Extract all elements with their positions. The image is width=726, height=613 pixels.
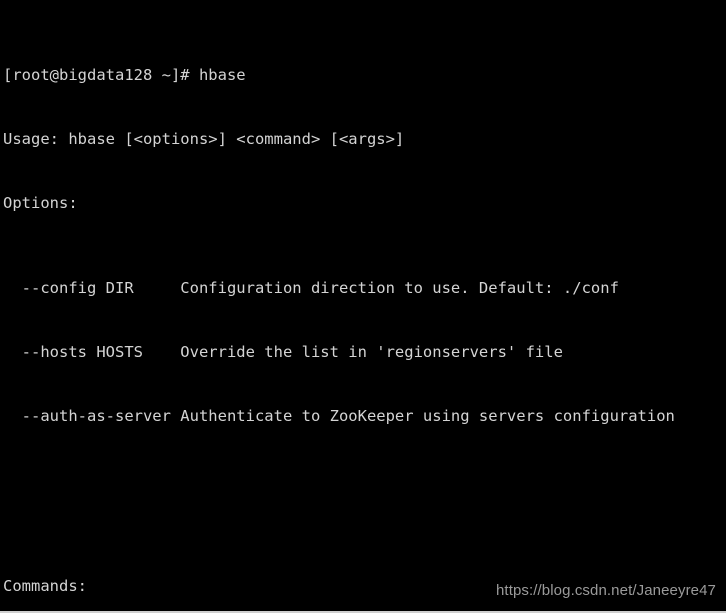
watermark-label: https://blog.csdn.net/Janeeyre47 [495,582,716,599]
options-header: Options: [3,193,78,212]
option-row: --config DIR Configuration direction to … [3,278,619,297]
terminal-window[interactable]: [root@bigdata128 ~]# hbase Usage: hbase … [0,0,726,613]
command-prompt-line: [root@bigdata128 ~]# hbase [3,65,246,84]
option-row: --auth-as-server Authenticate to ZooKeep… [3,406,675,425]
usage-line: Usage: hbase [<options>] <command> [<arg… [3,129,405,148]
terminal-screen[interactable]: [root@bigdata128 ~]# hbase Usage: hbase … [0,0,726,611]
option-row: --hosts HOSTS Override the list in 'regi… [3,342,563,361]
